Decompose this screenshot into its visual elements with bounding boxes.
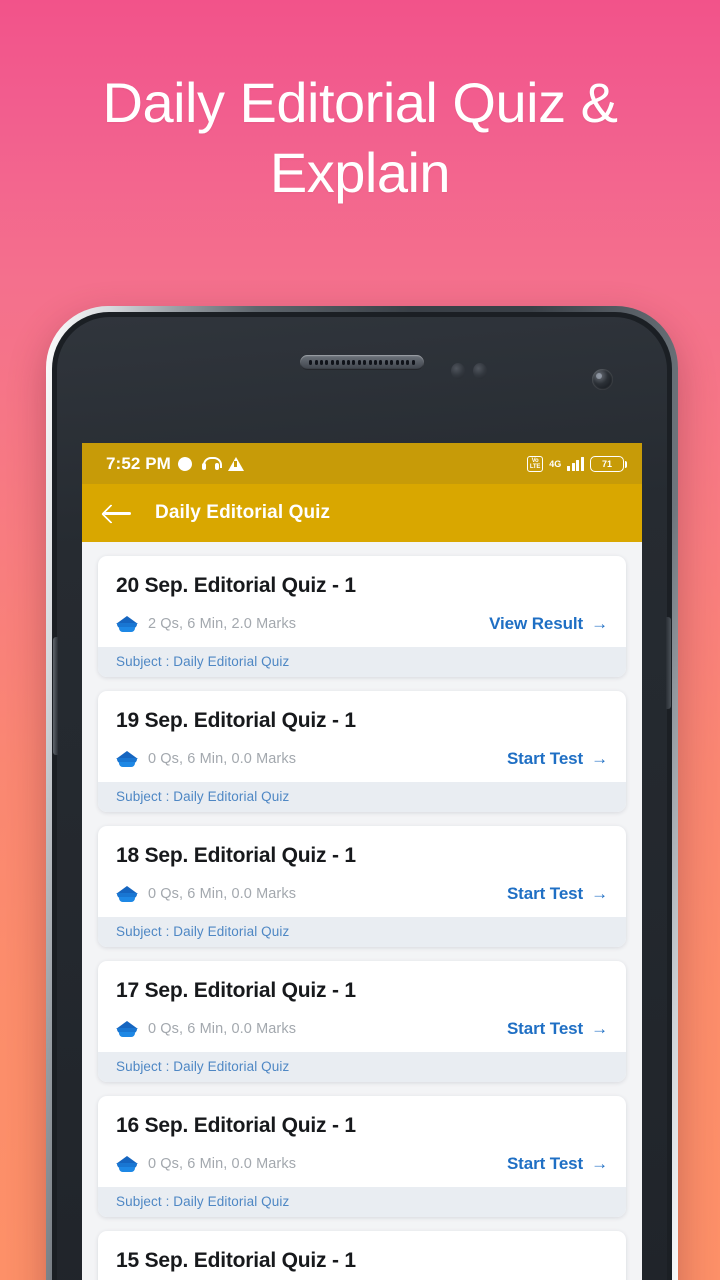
quiz-meta-row: 0 Qs, 6 Min, 0.0 Marks Start Test → bbox=[98, 868, 626, 917]
quiz-meta-row: 0 Qs, 6 Min, 0.0 Marks Start Test → bbox=[98, 733, 626, 782]
arrow-right-icon: → bbox=[591, 749, 608, 768]
quiz-subject: Subject : Daily Editorial Quiz bbox=[98, 1187, 626, 1217]
quiz-card[interactable]: 15 Sep. Editorial Quiz - 1 0 Qs, 6 Min, … bbox=[98, 1231, 626, 1280]
quiz-card[interactable]: 20 Sep. Editorial Quiz - 1 2 Qs, 6 Min, … bbox=[98, 556, 626, 677]
power-button[interactable] bbox=[666, 617, 671, 709]
promo-banner: Daily Editorial Quiz & Explain 7:52 PM V… bbox=[0, 0, 720, 1280]
quiz-card[interactable]: 16 Sep. Editorial Quiz - 1 0 Qs, 6 Min, … bbox=[98, 1096, 626, 1217]
back-arrow-icon[interactable] bbox=[104, 503, 131, 523]
battery-icon: 71 bbox=[590, 455, 627, 472]
status-bar-right: Vo LTE 4G 71 bbox=[526, 455, 627, 472]
quiz-meta-row: 0 Qs, 6 Min, 0.0 Marks Start Test → bbox=[98, 1003, 626, 1052]
quiz-title: 17 Sep. Editorial Quiz - 1 bbox=[116, 979, 356, 1002]
graduation-cap-icon bbox=[116, 615, 138, 633]
quiz-action-label: Start Test bbox=[506, 1154, 584, 1173]
graduation-cap-icon bbox=[116, 885, 138, 903]
quiz-meta-text: 2 Qs, 6 Min, 2.0 Marks bbox=[148, 616, 297, 632]
volte-icon: Vo LTE bbox=[526, 455, 544, 472]
phone-bezel: 7:52 PM Vo LTE 4G 71 Daily Editorial Qui… bbox=[53, 317, 671, 1280]
status-bar-left: 7:52 PM bbox=[106, 454, 244, 474]
quiz-title: 15 Sep. Editorial Quiz - 1 bbox=[116, 1249, 356, 1272]
quiz-subject: Subject : Daily Editorial Quiz bbox=[98, 1052, 626, 1082]
quiz-meta-row: 0 Qs, 6 Min, 0.0 Marks Start Test → bbox=[98, 1273, 626, 1280]
quiz-meta-left: 0 Qs, 6 Min, 0.0 Marks bbox=[116, 1155, 297, 1173]
quiz-action-label: Start Test bbox=[506, 749, 584, 768]
quiz-card[interactable]: 18 Sep. Editorial Quiz - 1 0 Qs, 6 Min, … bbox=[98, 826, 626, 947]
status-bar: 7:52 PM Vo LTE 4G 71 bbox=[82, 443, 642, 484]
quiz-meta-row: 2 Qs, 6 Min, 2.0 Marks View Result → bbox=[98, 598, 626, 647]
status-bar-clock: 7:52 PM bbox=[106, 453, 171, 473]
quiz-subject: Subject : Daily Editorial Quiz bbox=[98, 917, 626, 947]
quiz-meta-text: 0 Qs, 6 Min, 0.0 Marks bbox=[148, 1021, 297, 1037]
quiz-meta-left: 2 Qs, 6 Min, 2.0 Marks bbox=[116, 615, 297, 633]
quiz-title: 19 Sep. Editorial Quiz - 1 bbox=[116, 709, 356, 732]
quiz-card[interactable]: 19 Sep. Editorial Quiz - 1 0 Qs, 6 Min, … bbox=[98, 691, 626, 812]
quiz-meta-row: 0 Qs, 6 Min, 0.0 Marks Start Test → bbox=[98, 1138, 626, 1187]
proximity-sensor-icon bbox=[451, 363, 487, 379]
quiz-action-button[interactable]: Start Test → bbox=[507, 884, 608, 904]
quiz-subject: Subject : Daily Editorial Quiz bbox=[98, 647, 626, 677]
graduation-cap-icon bbox=[116, 1155, 138, 1173]
signal-bars-icon bbox=[567, 456, 584, 471]
arrow-right-icon: → bbox=[591, 1154, 608, 1173]
quiz-action-label: Start Test bbox=[506, 1019, 584, 1038]
dnd-moon-icon bbox=[176, 454, 194, 473]
warning-icon bbox=[227, 456, 244, 471]
quiz-meta-text: 0 Qs, 6 Min, 0.0 Marks bbox=[148, 751, 297, 767]
quiz-title: 18 Sep. Editorial Quiz - 1 bbox=[116, 844, 356, 867]
quiz-subject: Subject : Daily Editorial Quiz bbox=[98, 782, 626, 812]
quiz-action-label: View Result bbox=[489, 614, 584, 633]
arrow-right-icon: → bbox=[591, 614, 608, 633]
volume-button[interactable] bbox=[53, 637, 58, 755]
graduation-cap-icon bbox=[116, 1020, 138, 1038]
quiz-action-button[interactable]: Start Test → bbox=[507, 749, 608, 769]
quiz-title: 16 Sep. Editorial Quiz - 1 bbox=[116, 1114, 356, 1137]
quiz-action-button[interactable]: Start Test → bbox=[507, 1019, 608, 1039]
graduation-cap-icon bbox=[116, 750, 138, 768]
promo-headline: Daily Editorial Quiz & Explain bbox=[102, 71, 618, 204]
quiz-title: 20 Sep. Editorial Quiz - 1 bbox=[116, 574, 356, 597]
quiz-meta-left: 0 Qs, 6 Min, 0.0 Marks bbox=[116, 750, 297, 768]
quiz-meta-left: 0 Qs, 6 Min, 0.0 Marks bbox=[116, 885, 297, 903]
arrow-right-icon: → bbox=[591, 884, 608, 903]
quiz-meta-text: 0 Qs, 6 Min, 0.0 Marks bbox=[148, 886, 297, 902]
earpiece-speaker-icon bbox=[300, 355, 424, 370]
quiz-list[interactable]: 20 Sep. Editorial Quiz - 1 2 Qs, 6 Min, … bbox=[82, 542, 642, 1280]
front-camera-icon bbox=[592, 369, 613, 390]
quiz-meta-text: 0 Qs, 6 Min, 0.0 Marks bbox=[148, 1156, 297, 1172]
quiz-meta-left: 0 Qs, 6 Min, 0.0 Marks bbox=[116, 1020, 297, 1038]
page-title: Daily Editorial Quiz bbox=[155, 502, 331, 523]
phone-screen: 7:52 PM Vo LTE 4G 71 Daily Editorial Qui… bbox=[82, 443, 642, 1280]
network-type-label: 4G bbox=[549, 458, 562, 469]
quiz-action-button[interactable]: View Result → bbox=[489, 614, 608, 634]
quiz-action-button[interactable]: Start Test → bbox=[507, 1154, 608, 1174]
arrow-right-icon: → bbox=[591, 1019, 608, 1038]
phone-mockup: 7:52 PM Vo LTE 4G 71 Daily Editorial Qui… bbox=[46, 306, 678, 1280]
app-bar: Daily Editorial Quiz bbox=[82, 484, 642, 542]
quiz-action-label: Start Test bbox=[506, 884, 584, 903]
quiz-card[interactable]: 17 Sep. Editorial Quiz - 1 0 Qs, 6 Min, … bbox=[98, 961, 626, 1082]
headset-icon bbox=[201, 457, 222, 470]
volte-line-2: LTE bbox=[529, 463, 541, 470]
